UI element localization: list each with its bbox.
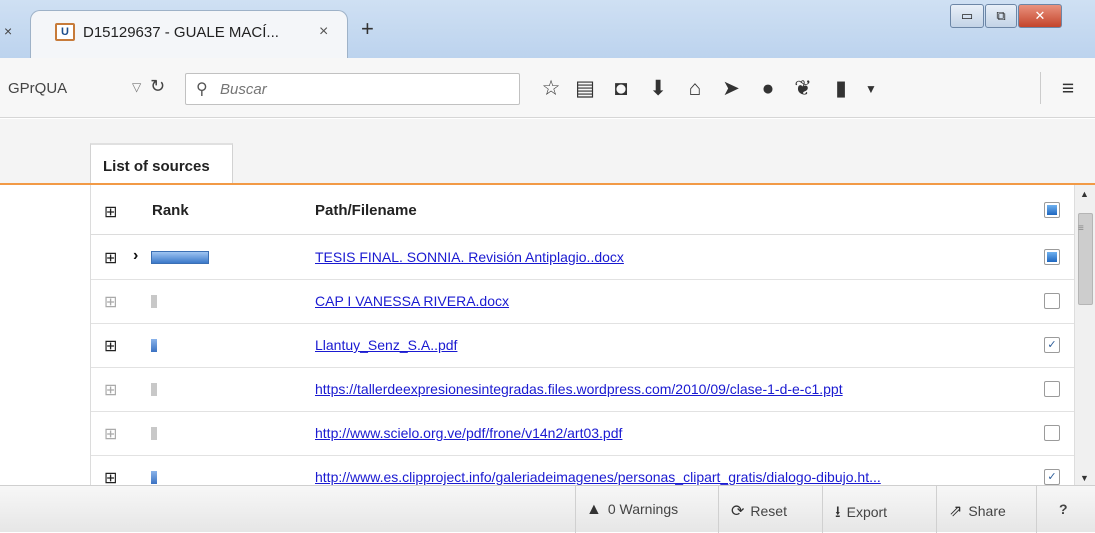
title-bar: × U D15129637 - GUALE MACÍ... × + ▭ ⧉ ✕	[0, 0, 1095, 58]
select-all-checkbox[interactable]	[1044, 202, 1060, 218]
source-link[interactable]: http://www.scielo.org.ve/pdf/frone/v14n2…	[315, 425, 622, 441]
url-dropdown-icon[interactable]: ▽	[132, 80, 141, 94]
extension-icon[interactable]: ❦	[790, 76, 816, 102]
footer-bar: ▲ 0 Warnings ⟳ Reset ⭳ Export ⇗ Share ?	[0, 485, 1095, 533]
sources-table: ⊞ Rank Path/Filename ⊞ › TESIS FINAL. SO…	[90, 185, 1074, 485]
table-header: ⊞ Rank Path/Filename	[91, 185, 1074, 235]
row-checkbox[interactable]: ✓	[1044, 337, 1060, 353]
row-checkbox[interactable]	[1044, 249, 1060, 265]
rank-bar	[151, 427, 157, 440]
url-bar[interactable]: GPrQUA	[8, 80, 67, 97]
table-row[interactable]: ⊞ › TESIS FINAL. SONNIA. Revisión Antipl…	[91, 236, 1074, 280]
share-label: Share	[968, 503, 1006, 519]
chevron-right-icon: ›	[133, 247, 139, 264]
export-icon: ⭳	[835, 504, 841, 521]
tab-close-icon[interactable]: ×	[319, 23, 328, 41]
reload-icon[interactable]: ↻	[150, 76, 165, 97]
source-link[interactable]: TESIS FINAL. SONNIA. Revisión Antiplagio…	[315, 249, 624, 265]
search-icon: ⚲	[196, 81, 208, 98]
table-row[interactable]: ⊞ Llantuy_Senz_S.A..pdf ✓	[91, 324, 1074, 368]
new-tab-button[interactable]: +	[361, 16, 374, 42]
column-path[interactable]: Path/Filename	[315, 202, 417, 219]
toolbar-divider	[1040, 72, 1041, 104]
scrollbar[interactable]: ▲ ≡ ▼	[1074, 185, 1095, 485]
reading-list-icon[interactable]: ▤	[572, 76, 598, 102]
row-checkbox[interactable]: ✓	[1044, 469, 1060, 485]
expand-icon[interactable]: ⊞	[104, 248, 117, 268]
warning-icon: ▲	[586, 501, 602, 518]
row-checkbox[interactable]	[1044, 381, 1060, 397]
share-button[interactable]: ⇗ Share	[936, 486, 1036, 533]
column-rank[interactable]: Rank	[152, 202, 189, 219]
dropdown-icon[interactable]: ▼	[858, 76, 884, 102]
star-icon[interactable]: ☆	[538, 76, 564, 102]
table-row[interactable]: ⊞ https://tallerdeexpresionesintegradas.…	[91, 368, 1074, 412]
grip-icon: ≡	[1078, 223, 1084, 234]
home-icon[interactable]: ⌂	[682, 76, 708, 102]
chat-icon[interactable]: ●	[755, 76, 781, 102]
expand-icon[interactable]: ⊞	[104, 292, 117, 312]
source-link[interactable]: CAP I VANESSA RIVERA.docx	[315, 293, 509, 309]
reset-button[interactable]: ⟳ Reset	[718, 486, 814, 533]
rank-bar	[151, 251, 209, 264]
rank-bar	[151, 339, 157, 352]
table-row[interactable]: ⊞ http://www.scielo.org.ve/pdf/frone/v14…	[91, 412, 1074, 456]
share-icon: ⇗	[949, 503, 963, 520]
menu-icon[interactable]: ≡	[1055, 76, 1081, 102]
expand-icon[interactable]: ⊞	[104, 336, 117, 356]
close-window-button[interactable]: ✕	[1018, 4, 1062, 28]
rank-bar	[151, 471, 157, 484]
prev-tab-close-icon[interactable]: ×	[4, 23, 12, 39]
help-button[interactable]: ?	[1036, 486, 1095, 533]
expand-icon[interactable]: ⊞	[104, 468, 117, 485]
warnings-button[interactable]: ▲ 0 Warnings	[575, 486, 710, 533]
table-row[interactable]: ⊞ http://www.es.clipproject.info/galeria…	[91, 456, 1074, 485]
favicon-icon: U	[55, 23, 75, 41]
scroll-up-icon[interactable]: ▲	[1080, 189, 1089, 199]
warnings-label: 0 Warnings	[607, 501, 679, 517]
refresh-icon: ⟳	[731, 503, 745, 520]
maximize-button[interactable]: ⧉	[985, 4, 1017, 28]
source-link[interactable]: Llantuy_Senz_S.A..pdf	[315, 337, 457, 353]
navigation-bar: GPrQUA ▽ ↻ ⚲ ☆ ▤ ◘ ⬇ ⌂ ➤ ● ❦ ▮ ▼ ≡	[0, 58, 1095, 118]
expand-icon[interactable]: ⊞	[104, 424, 117, 444]
source-link[interactable]: http://www.es.clipproject.info/galeriade…	[315, 469, 881, 485]
export-button[interactable]: ⭳ Export	[822, 486, 928, 533]
search-box[interactable]: ⚲	[185, 73, 520, 105]
expand-icon[interactable]: ⊞	[104, 380, 117, 400]
rank-bar	[151, 383, 157, 396]
source-link[interactable]: https://tallerdeexpresionesintegradas.fi…	[315, 381, 843, 397]
minimize-button[interactable]: ▭	[950, 4, 984, 28]
pocket-icon[interactable]: ◘	[608, 76, 634, 102]
device-icon[interactable]: ▮	[828, 76, 854, 102]
browser-tab[interactable]: U D15129637 - GUALE MACÍ... ×	[30, 10, 348, 58]
send-icon[interactable]: ➤	[718, 76, 744, 102]
search-input[interactable]	[220, 79, 510, 99]
row-checkbox[interactable]	[1044, 425, 1060, 441]
row-checkbox[interactable]	[1044, 293, 1060, 309]
table-row[interactable]: ⊞ CAP I VANESSA RIVERA.docx	[91, 280, 1074, 324]
tab-title: D15129637 - GUALE MACÍ...	[83, 24, 279, 41]
tab-list-of-sources[interactable]: List of sources	[90, 143, 233, 185]
download-icon[interactable]: ⬇	[645, 76, 671, 102]
expand-all-icon[interactable]: ⊞	[104, 202, 117, 222]
export-label: Export	[846, 504, 888, 520]
reset-label: Reset	[750, 503, 787, 519]
scroll-down-icon[interactable]: ▼	[1080, 473, 1089, 483]
rank-bar	[151, 295, 157, 308]
